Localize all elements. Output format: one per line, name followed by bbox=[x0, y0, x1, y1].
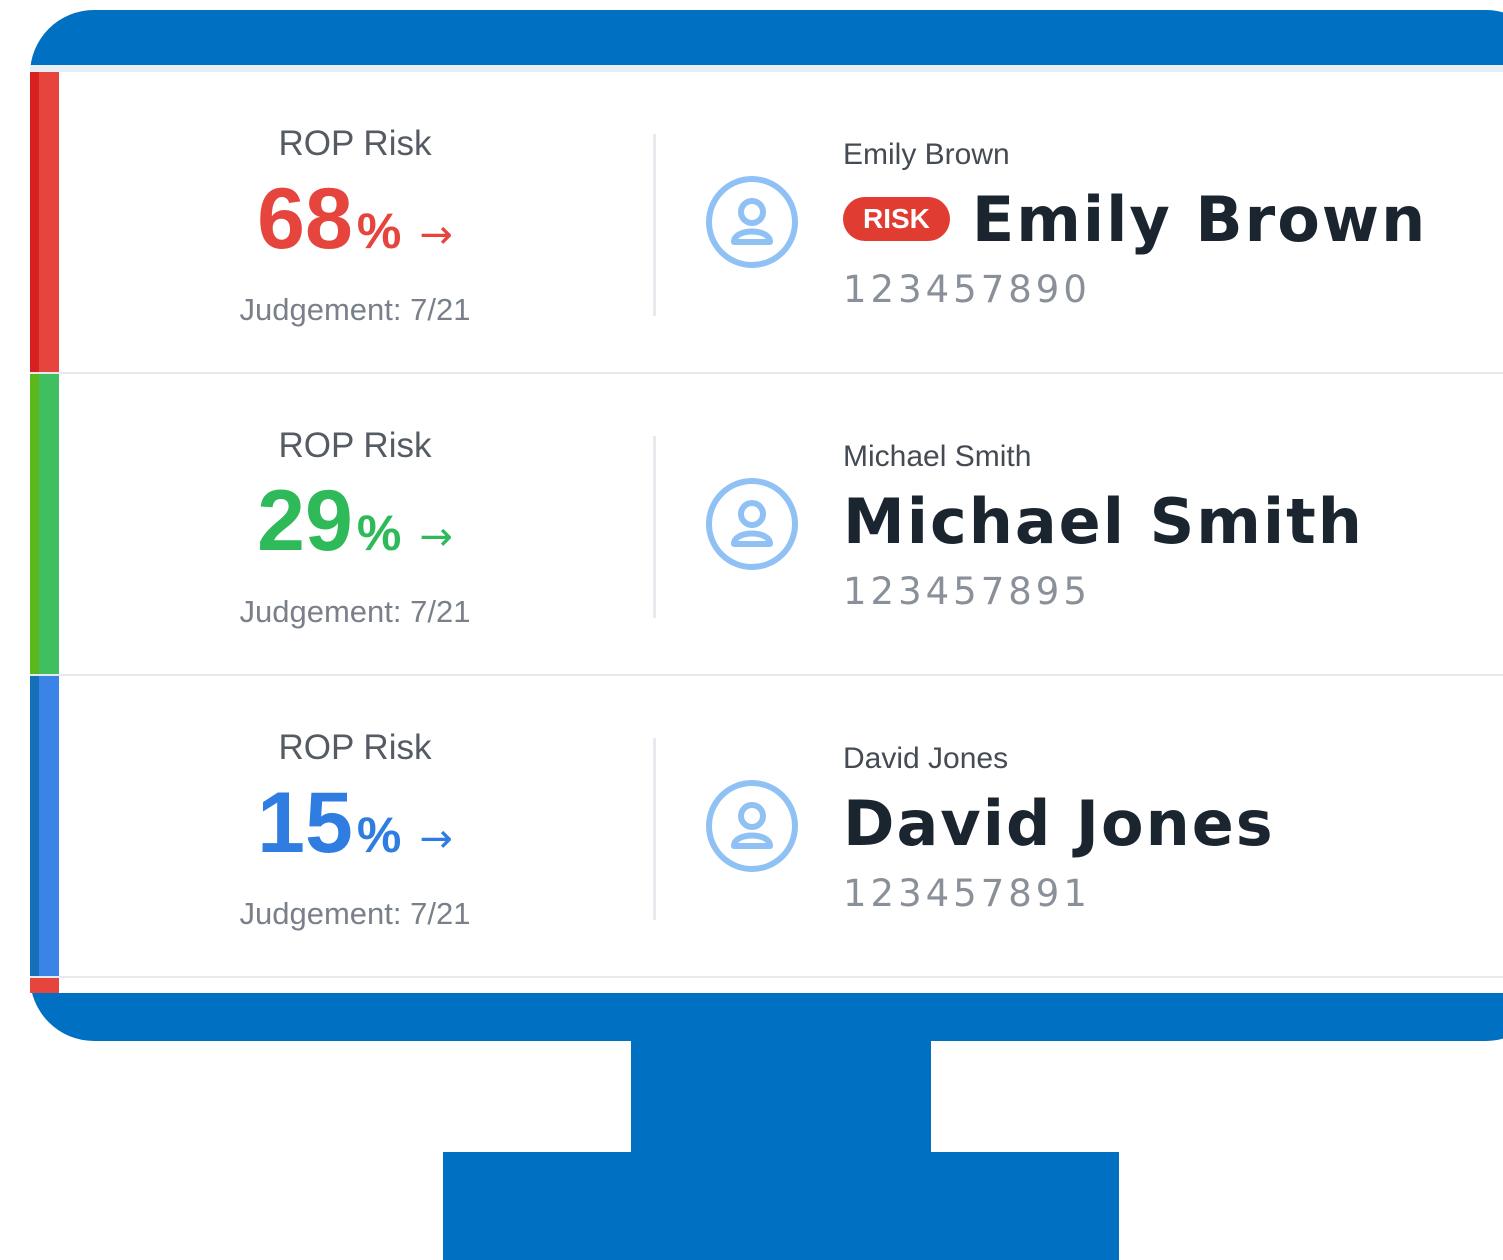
risk-summary: ROP Risk 29 % → Judgement: 7/21 bbox=[220, 374, 490, 674]
patient-row-partial[interactable] bbox=[30, 978, 1503, 993]
patient-id: 123457890 bbox=[843, 268, 1091, 311]
arrow-right-icon[interactable]: → bbox=[419, 819, 453, 859]
risk-badge: RISK bbox=[843, 196, 950, 242]
risk-percentage-value: 29 bbox=[257, 473, 353, 569]
patient-name-line: David Jones bbox=[843, 787, 1275, 860]
risk-percent-sign: % bbox=[356, 807, 402, 863]
risk-label: ROP Risk bbox=[278, 728, 432, 767]
risk-summary: ROP Risk 68 % → Judgement: 7/21 bbox=[220, 72, 490, 372]
arrow-right-icon[interactable]: → bbox=[419, 215, 453, 255]
risk-value-line[interactable]: 15 % → bbox=[220, 780, 490, 880]
user-avatar-icon bbox=[706, 176, 798, 268]
patient-name-small: Michael Smith bbox=[843, 440, 1032, 473]
screen-top-divider bbox=[30, 65, 1503, 72]
risk-percentage-value: 15 bbox=[257, 775, 353, 871]
patient-name-small: Emily Brown bbox=[843, 138, 1010, 171]
risk-percentage-value: 68 bbox=[257, 171, 353, 267]
vertical-divider bbox=[653, 134, 656, 316]
judgement-date: Judgement: 7/21 bbox=[239, 896, 471, 931]
patient-row[interactable]: ROP Risk 15 % → Judgement: 7/21 David Jo… bbox=[30, 676, 1503, 978]
monitor-screen: ROP Risk 68 % → Judgement: 7/21 Emily Br… bbox=[30, 65, 1503, 993]
vertical-divider bbox=[653, 738, 656, 920]
risk-color-bar bbox=[30, 978, 59, 993]
patient-name-line: RISK Emily Brown bbox=[843, 183, 1427, 256]
patient-name[interactable]: Michael Smith bbox=[843, 485, 1364, 558]
patient-name[interactable]: David Jones bbox=[843, 787, 1275, 860]
risk-color-edge bbox=[30, 72, 39, 372]
risk-color-edge bbox=[30, 374, 39, 674]
vertical-divider bbox=[653, 436, 656, 618]
risk-summary: ROP Risk 15 % → Judgement: 7/21 bbox=[220, 676, 490, 976]
judgement-date: Judgement: 7/21 bbox=[239, 594, 471, 629]
risk-color-edge bbox=[30, 676, 39, 976]
patient-name-small: David Jones bbox=[843, 742, 1009, 775]
risk-percent-sign: % bbox=[356, 203, 402, 259]
arrow-right-icon[interactable]: → bbox=[419, 517, 453, 557]
patient-row[interactable]: ROP Risk 68 % → Judgement: 7/21 Emily Br… bbox=[30, 72, 1503, 374]
judgement-date: Judgement: 7/21 bbox=[239, 292, 471, 327]
user-avatar-icon bbox=[706, 478, 798, 570]
patient-id: 123457895 bbox=[843, 570, 1091, 613]
patient-id: 123457891 bbox=[843, 872, 1091, 915]
user-avatar-icon bbox=[706, 780, 798, 872]
patient-row[interactable]: ROP Risk 29 % → Judgement: 7/21 Michael … bbox=[30, 374, 1503, 676]
patient-name[interactable]: Emily Brown bbox=[972, 183, 1427, 256]
risk-percent-sign: % bbox=[356, 505, 402, 561]
risk-value-line[interactable]: 29 % → bbox=[220, 478, 490, 578]
monitor-stand-base bbox=[443, 1152, 1119, 1260]
risk-label: ROP Risk bbox=[278, 426, 432, 465]
risk-label: ROP Risk bbox=[278, 124, 432, 163]
risk-value-line[interactable]: 68 % → bbox=[220, 176, 490, 276]
monitor-stand-neck bbox=[631, 1040, 931, 1152]
patient-name-line: Michael Smith bbox=[843, 485, 1364, 558]
